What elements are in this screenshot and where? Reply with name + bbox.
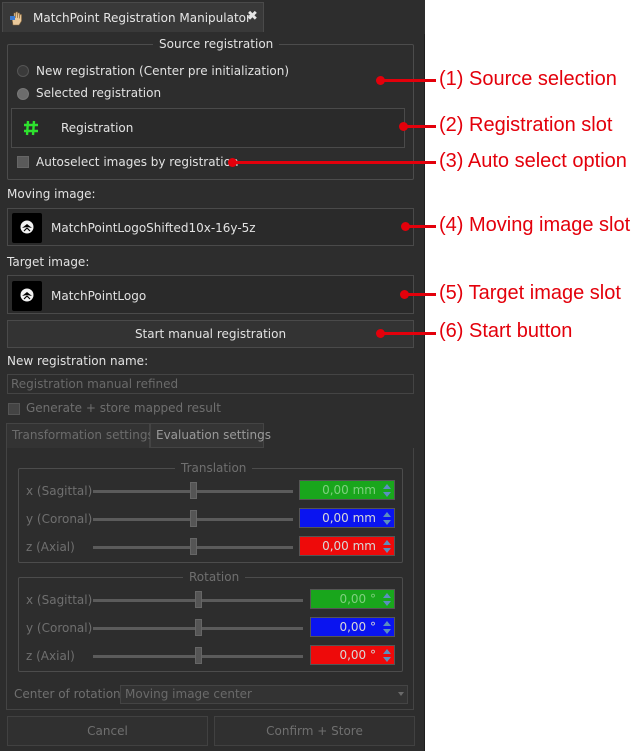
annotation-5-text: (5) Target image slot — [439, 282, 621, 304]
translation-z-label: z (Axial) — [26, 540, 75, 554]
annotation-6-text: (6) Start button — [439, 320, 573, 342]
source-registration-title: Source registration — [153, 37, 280, 51]
confirm-store-button[interactable]: Confirm + Store — [214, 716, 415, 746]
registration-manipulator-panel: MatchPoint Registration Manipulator ✖ So… — [0, 0, 425, 751]
new-registration-name-label: New registration name: — [7, 354, 149, 368]
rotation-z-spinbox[interactable]: 0,00 ° — [310, 645, 395, 665]
spin-down-icon[interactable] — [383, 548, 391, 553]
window-title: MatchPoint Registration Manipulator — [33, 11, 251, 25]
translation-y-spinbox[interactable]: 0,00 mm — [299, 508, 395, 528]
rotation-x-value: 0,00 ° — [339, 592, 376, 606]
spin-down-icon[interactable] — [383, 657, 391, 662]
moving-image-thumbnail — [12, 213, 42, 243]
translation-title: Translation — [175, 461, 253, 475]
spin-up-icon[interactable] — [383, 540, 391, 545]
translation-x-slider-handle[interactable] — [189, 482, 197, 499]
translation-x-value: 0,00 mm — [322, 483, 376, 497]
translation-x-label: x (Sagittal) — [26, 484, 93, 498]
rotation-y-spinbox[interactable]: 0,00 ° — [310, 617, 395, 637]
registration-hash-icon — [24, 120, 38, 136]
translation-x-spinbox[interactable]: 0,00 mm — [299, 480, 395, 500]
translation-z-value: 0,00 mm — [322, 539, 376, 553]
center-of-rotation-label: Center of rotation: — [14, 687, 125, 701]
spin-up-icon[interactable] — [383, 484, 391, 489]
target-image-label: Target image: — [7, 255, 90, 269]
annotation-3-line — [232, 161, 436, 164]
registration-slot-label: Registration — [61, 121, 134, 135]
spin-up-icon[interactable] — [383, 621, 391, 626]
target-image-slot[interactable]: MatchPointLogo — [7, 275, 414, 314]
rotation-x-spinbox[interactable]: 0,00 ° — [310, 589, 395, 609]
start-manual-registration-button[interactable]: Start manual registration — [7, 320, 414, 348]
translation-y-value: 0,00 mm — [322, 511, 376, 525]
annotation-1-line — [380, 79, 436, 82]
annotation-1-text: (1) Source selection — [439, 68, 617, 90]
rotation-z-value: 0,00 ° — [339, 648, 376, 662]
autoselect-checkbox[interactable] — [17, 156, 29, 168]
tab-transformation-settings[interactable]: Transformation settings — [6, 423, 154, 448]
hand-icon — [10, 11, 22, 26]
annotation-5-line — [404, 293, 436, 296]
selected-registration-radio[interactable] — [17, 88, 29, 100]
logo-icon — [20, 220, 34, 234]
rotation-y-value: 0,00 ° — [339, 620, 376, 634]
generate-result-checkbox[interactable] — [8, 403, 20, 415]
view-tab[interactable]: MatchPoint Registration Manipulator ✖ — [2, 2, 264, 32]
translation-z-spinbox[interactable]: 0,00 mm — [299, 536, 395, 556]
center-of-rotation-value: Moving image center — [125, 687, 252, 701]
spin-down-icon[interactable] — [383, 520, 391, 525]
target-image-thumbnail — [12, 281, 42, 311]
rotation-y-label: y (Coronal) — [26, 621, 93, 635]
rotation-z-slider-handle[interactable] — [194, 647, 202, 664]
translation-z-slider-handle[interactable] — [189, 538, 197, 555]
spin-down-icon[interactable] — [383, 492, 391, 497]
annotation-4-line — [405, 225, 436, 228]
annotation-3-text: (3) Auto select option — [439, 150, 627, 172]
chevron-down-icon — [398, 692, 404, 696]
title-bar: MatchPoint Registration Manipulator ✖ — [0, 0, 425, 34]
spin-up-icon[interactable] — [383, 649, 391, 654]
target-image-name: MatchPointLogo — [51, 289, 147, 303]
moving-image-name: MatchPointLogoShifted10x-16y-5z — [51, 221, 256, 235]
generate-result-label: Generate + store mapped result — [26, 401, 221, 415]
spin-up-icon[interactable] — [383, 593, 391, 598]
rotation-title: Rotation — [183, 570, 246, 584]
annotation-6-line — [380, 332, 436, 335]
tab-evaluation-settings[interactable]: Evaluation settings — [150, 423, 271, 448]
new-registration-radio[interactable] — [17, 65, 29, 77]
moving-image-label: Moving image: — [7, 187, 96, 201]
spin-up-icon[interactable] — [383, 512, 391, 517]
translation-y-label: y (Coronal) — [26, 512, 93, 526]
rotation-x-label: x (Sagittal) — [26, 593, 93, 607]
rotation-z-label: z (Axial) — [26, 649, 75, 663]
new-registration-name-input[interactable]: Registration manual refined — [7, 374, 414, 394]
annotation-4-text: (4) Moving image slot — [439, 214, 631, 236]
cancel-button[interactable]: Cancel — [7, 716, 208, 746]
moving-image-slot[interactable]: MatchPointLogoShifted10x-16y-5z — [7, 208, 414, 246]
annotation-2-line — [403, 125, 436, 128]
center-of-rotation-select[interactable]: Moving image center — [120, 685, 408, 704]
registration-slot[interactable]: Registration — [11, 108, 405, 148]
logo-icon — [20, 288, 34, 302]
autoselect-label: Autoselect images by registration — [36, 155, 239, 169]
spin-down-icon[interactable] — [383, 601, 391, 606]
annotation-2-text: (2) Registration slot — [439, 114, 613, 136]
close-icon[interactable]: ✖ — [247, 9, 258, 24]
rotation-y-slider-handle[interactable] — [194, 619, 202, 636]
rotation-x-slider-handle[interactable] — [194, 591, 202, 608]
translation-y-slider-handle[interactable] — [189, 510, 197, 527]
spin-down-icon[interactable] — [383, 629, 391, 634]
selected-registration-label: Selected registration — [36, 86, 162, 100]
new-registration-label: New registration (Center pre initializat… — [36, 64, 290, 78]
